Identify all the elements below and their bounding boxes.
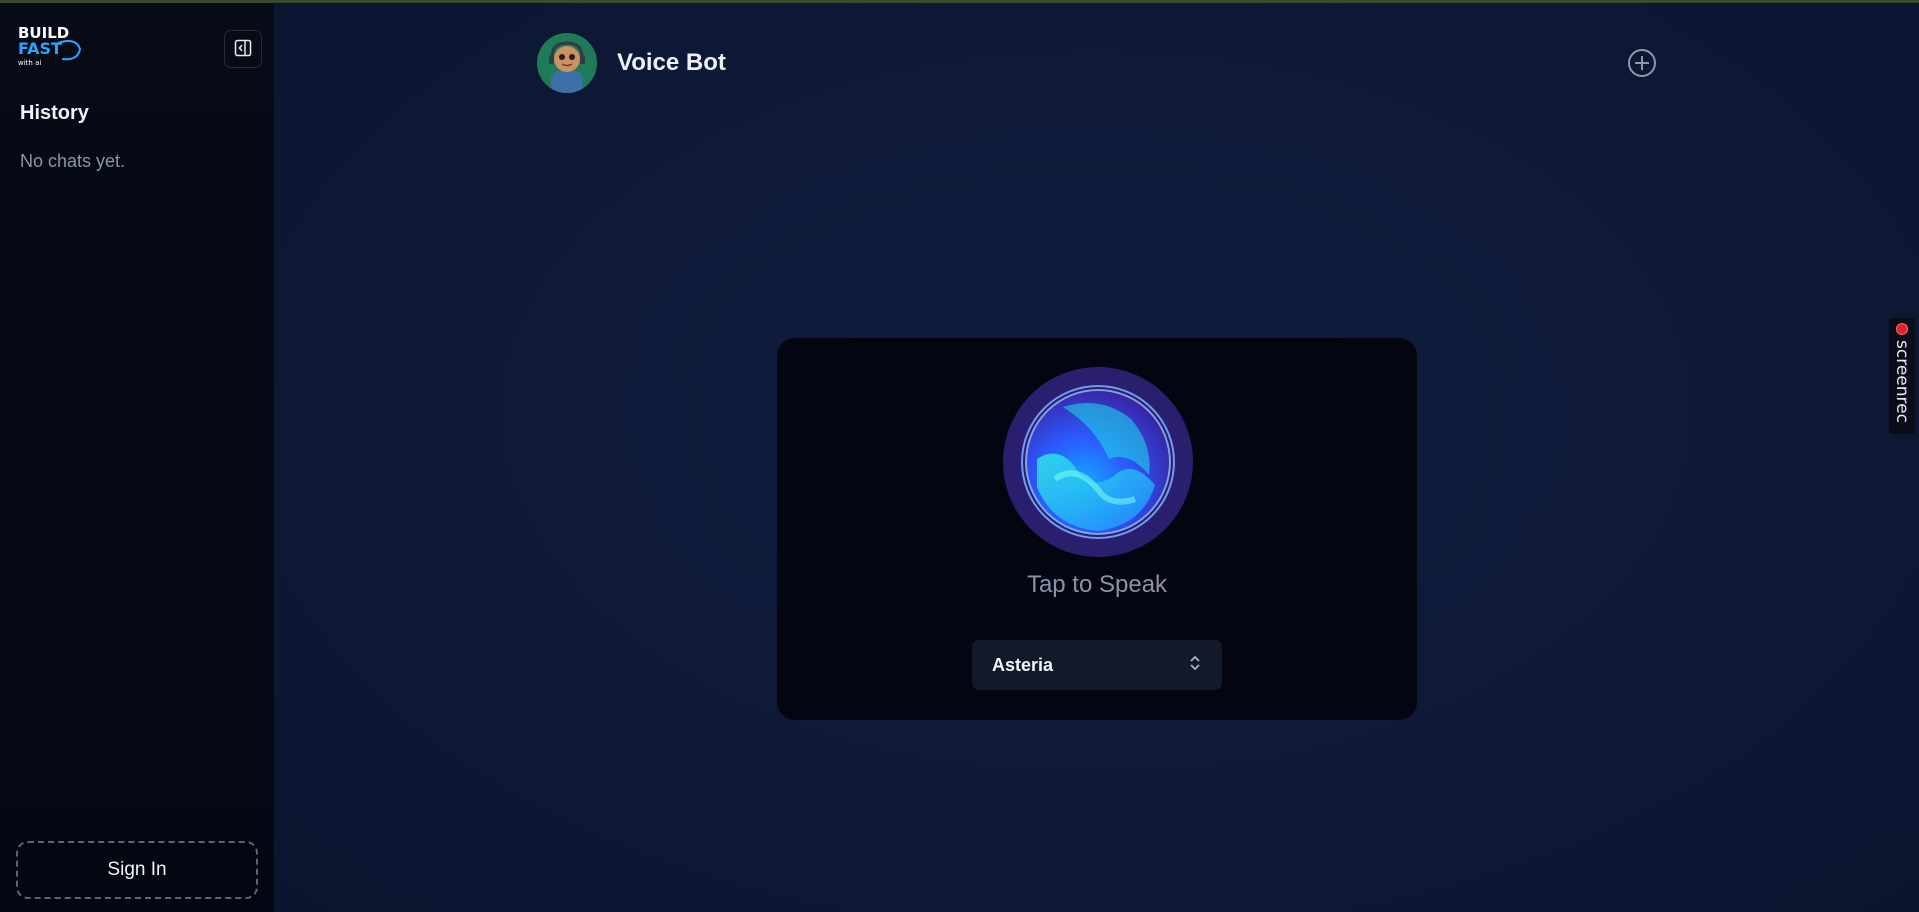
no-chats-text: No chats yet. <box>20 151 126 171</box>
chevron-up-down-icon <box>1188 654 1202 677</box>
page-title: Voice Bot <box>617 49 726 76</box>
svg-text:FAST: FAST <box>18 39 62 58</box>
history-heading: History <box>20 102 89 124</box>
sidebar: BUILD FAST with ai History No chats yet.… <box>0 3 274 912</box>
screenrec-label: screenrec <box>1892 340 1912 423</box>
collapse-sidebar-button[interactable] <box>224 30 262 68</box>
voice-orb-button[interactable] <box>1003 367 1193 557</box>
screenrec-overlay[interactable]: screenrec <box>1889 318 1915 434</box>
build-fast-logo[interactable]: BUILD FAST with ai <box>18 23 82 69</box>
voice-select-value: Asteria <box>992 654 1054 675</box>
sidebar-toggle-icon <box>234 39 252 60</box>
svg-text:with ai: with ai <box>18 59 41 67</box>
voice-select[interactable]: Asteria <box>972 640 1222 690</box>
tap-to-speak-label: Tap to Speak <box>1026 571 1168 598</box>
sign-in-button[interactable]: Sign In <box>16 841 258 899</box>
plus-circle-icon <box>1627 48 1657 81</box>
new-chat-button[interactable] <box>1627 48 1657 81</box>
record-icon <box>1896 323 1908 335</box>
bot-avatar <box>537 33 597 93</box>
